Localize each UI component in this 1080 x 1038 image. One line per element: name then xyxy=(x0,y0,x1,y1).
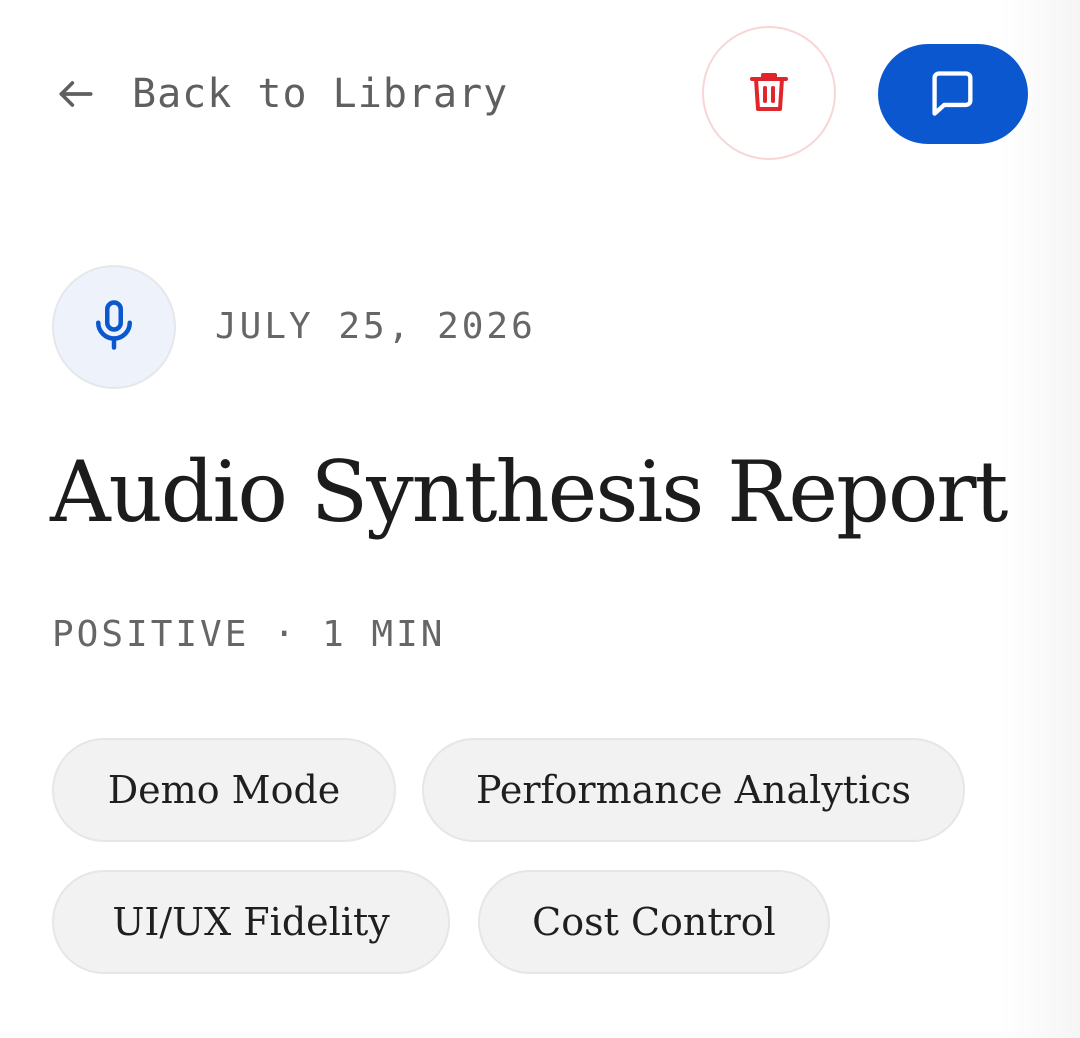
trash-icon xyxy=(745,68,793,119)
report-date: JULY 25, 2026 xyxy=(215,306,536,347)
arrow-left-icon xyxy=(54,72,98,116)
microphone-icon xyxy=(87,298,141,357)
duration-label: 1 MIN xyxy=(322,614,446,655)
tag-ui-ux-fidelity[interactable]: UI/UX Fidelity xyxy=(52,870,450,974)
edge-shadow xyxy=(1000,0,1080,1038)
sentiment-label: POSITIVE xyxy=(52,614,250,655)
message-square-icon xyxy=(927,67,979,122)
page-title: Audio Synthesis Report xyxy=(50,443,1008,541)
back-to-library-link[interactable]: Back to Library xyxy=(54,66,508,122)
audio-source-badge xyxy=(52,265,176,389)
tag-demo-mode[interactable]: Demo Mode xyxy=(52,738,396,842)
report-summary: POSITIVE · 1 MIN xyxy=(52,610,445,660)
back-link-label: Back to Library xyxy=(132,71,509,117)
delete-button[interactable] xyxy=(702,26,836,160)
chat-button[interactable] xyxy=(878,44,1028,144)
tag-cost-control[interactable]: Cost Control xyxy=(478,870,830,974)
meta-separator: · xyxy=(273,614,299,655)
tag-performance-analytics[interactable]: Performance Analytics xyxy=(422,738,965,842)
